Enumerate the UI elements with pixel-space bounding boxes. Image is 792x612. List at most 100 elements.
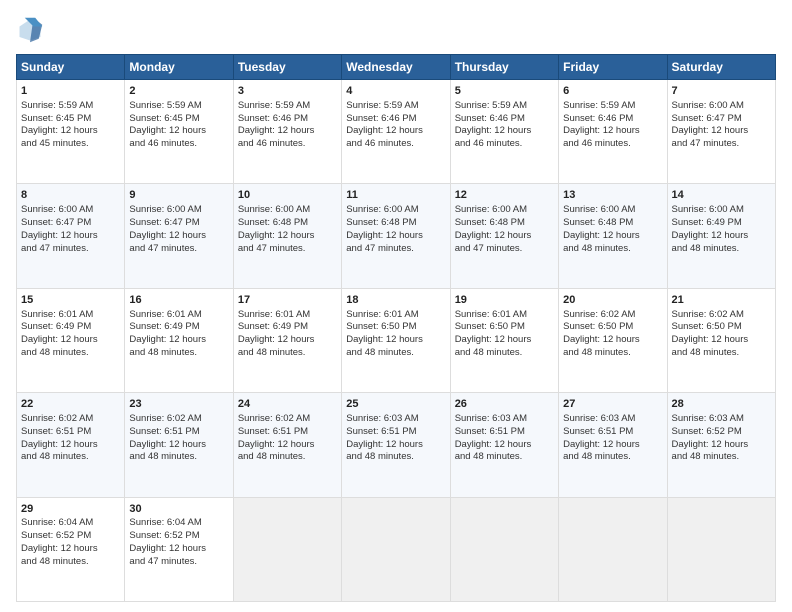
- day-info: and 48 minutes.: [455, 451, 554, 464]
- day-info: Sunset: 6:50 PM: [672, 321, 771, 334]
- day-info: Sunset: 6:48 PM: [346, 217, 445, 230]
- day-info: Sunrise: 6:04 AM: [129, 517, 228, 530]
- day-number: 17: [238, 293, 337, 308]
- day-info: Sunrise: 6:02 AM: [672, 309, 771, 322]
- day-number: 12: [455, 188, 554, 203]
- day-number: 24: [238, 397, 337, 412]
- day-info: Daylight: 12 hours: [563, 334, 662, 347]
- day-info: and 48 minutes.: [346, 347, 445, 360]
- calendar-cell: 30Sunrise: 6:04 AMSunset: 6:52 PMDayligh…: [125, 497, 233, 601]
- day-info: Sunrise: 6:02 AM: [238, 413, 337, 426]
- page: SundayMondayTuesdayWednesdayThursdayFrid…: [0, 0, 792, 612]
- day-number: 2: [129, 84, 228, 99]
- day-number: 5: [455, 84, 554, 99]
- day-info: Sunrise: 5:59 AM: [563, 100, 662, 113]
- day-info: Sunset: 6:49 PM: [238, 321, 337, 334]
- day-info: Sunset: 6:50 PM: [563, 321, 662, 334]
- day-info: Sunset: 6:49 PM: [21, 321, 120, 334]
- day-info: and 48 minutes.: [563, 347, 662, 360]
- day-info: Sunset: 6:51 PM: [455, 426, 554, 439]
- day-info: Daylight: 12 hours: [563, 439, 662, 452]
- day-info: and 48 minutes.: [672, 243, 771, 256]
- day-info: and 48 minutes.: [21, 556, 120, 569]
- day-info: Sunrise: 6:03 AM: [346, 413, 445, 426]
- calendar-header-monday: Monday: [125, 55, 233, 80]
- day-info: Sunset: 6:50 PM: [455, 321, 554, 334]
- day-info: and 48 minutes.: [563, 243, 662, 256]
- day-info: Sunrise: 6:03 AM: [672, 413, 771, 426]
- day-info: Daylight: 12 hours: [129, 125, 228, 138]
- day-info: Sunset: 6:50 PM: [346, 321, 445, 334]
- day-info: Daylight: 12 hours: [563, 125, 662, 138]
- calendar-cell: 28Sunrise: 6:03 AMSunset: 6:52 PMDayligh…: [667, 393, 775, 497]
- day-info: Daylight: 12 hours: [563, 230, 662, 243]
- day-number: 21: [672, 293, 771, 308]
- calendar-cell: 22Sunrise: 6:02 AMSunset: 6:51 PMDayligh…: [17, 393, 125, 497]
- day-number: 8: [21, 188, 120, 203]
- day-info: Daylight: 12 hours: [455, 439, 554, 452]
- day-info: Daylight: 12 hours: [21, 439, 120, 452]
- day-info: Sunset: 6:51 PM: [346, 426, 445, 439]
- calendar-cell: 24Sunrise: 6:02 AMSunset: 6:51 PMDayligh…: [233, 393, 341, 497]
- day-number: 3: [238, 84, 337, 99]
- day-number: 1: [21, 84, 120, 99]
- calendar-cell: 26Sunrise: 6:03 AMSunset: 6:51 PMDayligh…: [450, 393, 558, 497]
- calendar-cell: 7Sunrise: 6:00 AMSunset: 6:47 PMDaylight…: [667, 80, 775, 184]
- day-info: Sunset: 6:48 PM: [455, 217, 554, 230]
- calendar-header-sunday: Sunday: [17, 55, 125, 80]
- calendar-cell: 12Sunrise: 6:00 AMSunset: 6:48 PMDayligh…: [450, 184, 558, 288]
- calendar-cell: 16Sunrise: 6:01 AMSunset: 6:49 PMDayligh…: [125, 288, 233, 392]
- day-number: 15: [21, 293, 120, 308]
- calendar-cell: 19Sunrise: 6:01 AMSunset: 6:50 PMDayligh…: [450, 288, 558, 392]
- day-info: Sunrise: 6:02 AM: [21, 413, 120, 426]
- day-info: and 47 minutes.: [129, 556, 228, 569]
- day-number: 13: [563, 188, 662, 203]
- calendar-header-tuesday: Tuesday: [233, 55, 341, 80]
- calendar-cell: 25Sunrise: 6:03 AMSunset: 6:51 PMDayligh…: [342, 393, 450, 497]
- day-info: Daylight: 12 hours: [346, 230, 445, 243]
- day-info: Daylight: 12 hours: [346, 125, 445, 138]
- day-info: Daylight: 12 hours: [129, 334, 228, 347]
- day-info: and 47 minutes.: [455, 243, 554, 256]
- day-info: and 47 minutes.: [672, 138, 771, 151]
- logo: [16, 16, 48, 44]
- day-info: Sunrise: 5:59 AM: [455, 100, 554, 113]
- day-info: Sunset: 6:46 PM: [455, 113, 554, 126]
- day-info: Sunrise: 6:01 AM: [346, 309, 445, 322]
- day-info: Daylight: 12 hours: [238, 334, 337, 347]
- day-info: Daylight: 12 hours: [238, 439, 337, 452]
- calendar-week-3: 15Sunrise: 6:01 AMSunset: 6:49 PMDayligh…: [17, 288, 776, 392]
- day-info: Sunrise: 5:59 AM: [238, 100, 337, 113]
- day-info: and 47 minutes.: [21, 243, 120, 256]
- day-info: Daylight: 12 hours: [21, 334, 120, 347]
- day-info: Sunrise: 5:59 AM: [346, 100, 445, 113]
- day-info: Sunset: 6:46 PM: [563, 113, 662, 126]
- day-info: Daylight: 12 hours: [672, 125, 771, 138]
- day-info: Daylight: 12 hours: [672, 334, 771, 347]
- day-info: and 48 minutes.: [21, 451, 120, 464]
- day-number: 29: [21, 502, 120, 517]
- calendar-header-row: SundayMondayTuesdayWednesdayThursdayFrid…: [17, 55, 776, 80]
- day-info: Sunset: 6:45 PM: [21, 113, 120, 126]
- day-info: Sunrise: 6:00 AM: [672, 100, 771, 113]
- day-info: and 48 minutes.: [238, 347, 337, 360]
- day-number: 10: [238, 188, 337, 203]
- day-info: and 46 minutes.: [346, 138, 445, 151]
- day-info: Sunset: 6:46 PM: [238, 113, 337, 126]
- calendar-cell: 14Sunrise: 6:00 AMSunset: 6:49 PMDayligh…: [667, 184, 775, 288]
- day-info: and 46 minutes.: [563, 138, 662, 151]
- calendar-cell: [559, 497, 667, 601]
- day-info: Sunrise: 6:00 AM: [346, 204, 445, 217]
- day-info: and 45 minutes.: [21, 138, 120, 151]
- calendar-cell: 3Sunrise: 5:59 AMSunset: 6:46 PMDaylight…: [233, 80, 341, 184]
- calendar-cell: [233, 497, 341, 601]
- day-info: and 48 minutes.: [346, 451, 445, 464]
- day-info: Sunrise: 6:01 AM: [129, 309, 228, 322]
- day-info: and 48 minutes.: [129, 347, 228, 360]
- day-info: Daylight: 12 hours: [21, 543, 120, 556]
- day-info: Daylight: 12 hours: [346, 439, 445, 452]
- calendar-header-thursday: Thursday: [450, 55, 558, 80]
- day-info: Sunset: 6:52 PM: [21, 530, 120, 543]
- day-info: and 48 minutes.: [129, 451, 228, 464]
- day-info: Sunrise: 6:03 AM: [563, 413, 662, 426]
